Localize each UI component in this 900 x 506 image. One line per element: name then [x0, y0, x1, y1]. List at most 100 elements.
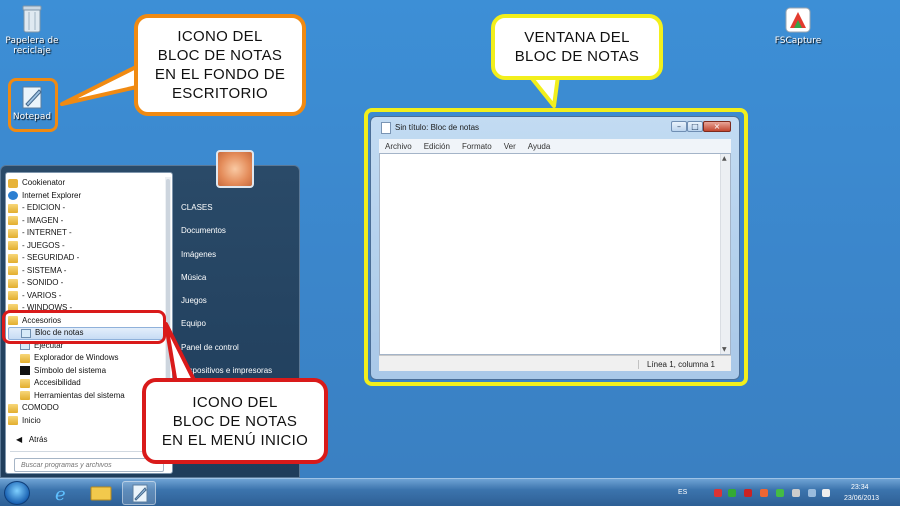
explorer-icon — [20, 353, 30, 363]
notepad-text-area[interactable]: ▲ ▼ — [379, 153, 731, 355]
fscapture-icon — [785, 7, 811, 33]
folder-icon — [8, 416, 18, 426]
folder-icon — [8, 403, 18, 413]
program-label: COMODO — [22, 403, 59, 412]
program-label: Explorador de Windows — [34, 353, 119, 362]
folder-icon — [20, 391, 30, 401]
start-menu-callout: ICONO DEL BLOC DE NOTAS EN EL MENÚ INICI… — [142, 378, 328, 464]
clock-time[interactable]: 23:34 — [851, 484, 869, 491]
desktop-icon-callout: ICONO DEL BLOC DE NOTAS EN EL FONDO DE E… — [134, 14, 306, 116]
program-label: - SEGURIDAD - — [22, 253, 80, 262]
folder-open-icon — [8, 316, 18, 326]
tray-shield-icon[interactable] — [760, 489, 768, 497]
place-imagenes[interactable]: Imágenes — [177, 243, 297, 266]
folder-sonido[interactable]: - SONIDO - — [8, 277, 164, 290]
notepad-titlebar[interactable]: Sin título: Bloc de notas – □ × — [371, 117, 739, 139]
folder-edicion[interactable]: - EDICION - — [8, 202, 164, 215]
folder-icon — [8, 216, 18, 226]
place-musica[interactable]: Música — [177, 266, 297, 289]
menu-formato[interactable]: Formato — [456, 142, 498, 151]
start-button[interactable] — [4, 481, 30, 505]
program-label: Inicio — [22, 415, 41, 425]
search-input[interactable] — [14, 458, 164, 472]
tray-network-icon[interactable] — [776, 489, 784, 497]
maximize-icon[interactable]: □ — [687, 121, 703, 132]
notepad-icon — [132, 484, 148, 503]
folder-icon — [8, 278, 18, 288]
program-label: Cookienator — [22, 178, 66, 187]
program-label: Herramientas del sistema — [34, 390, 125, 400]
folder-seguridad[interactable]: - SEGURIDAD - — [8, 252, 164, 265]
folder-icon — [90, 486, 112, 501]
recycle-bin-label: Papelera de reciclaje — [5, 36, 59, 56]
scroll-up-icon[interactable]: ▲ — [722, 155, 727, 162]
folder-juegos[interactable]: - JUEGOS - — [8, 240, 164, 253]
taskbar-explorer-button[interactable] — [84, 481, 118, 505]
folder-varios[interactable]: - VARIOS - — [8, 290, 164, 303]
fscapture-shortcut[interactable]: FSCapture — [766, 6, 830, 46]
place-clases[interactable]: CLASES — [177, 196, 297, 219]
program-explorador[interactable]: Explorador de Windows — [8, 352, 164, 365]
taskbar-ie-button[interactable]: e — [44, 481, 78, 505]
folder-imagen[interactable]: - IMAGEN - — [8, 215, 164, 228]
tray-arrow-icon[interactable] — [714, 489, 722, 497]
place-documentos[interactable]: Documentos — [177, 219, 297, 242]
folder-herramientas[interactable]: Herramientas del sistema — [8, 390, 164, 403]
taskbar-notepad-button[interactable] — [122, 481, 156, 505]
back-label: Atrás — [28, 435, 48, 444]
folder-inicio[interactable]: Inicio — [8, 415, 164, 428]
vertical-scrollbar[interactable]: ▲ ▼ — [720, 154, 730, 354]
menu-edicion[interactable]: Edición — [418, 142, 456, 151]
notepad-shortcut-label: Notepad — [12, 112, 52, 122]
fscapture-label: FSCapture — [774, 36, 822, 46]
program-cookienator[interactable]: Cookienator — [8, 177, 164, 190]
user-avatar[interactable] — [216, 150, 254, 188]
tray-app-icon[interactable] — [728, 489, 736, 497]
menu-archivo[interactable]: Archivo — [379, 142, 418, 151]
close-icon[interactable]: × — [703, 121, 731, 132]
place-juegos[interactable]: Juegos — [177, 289, 297, 312]
desktop-icon-callout-text: ICONO DEL BLOC DE NOTAS EN EL FONDO DE E… — [154, 28, 286, 102]
notepad-icon — [22, 86, 42, 109]
program-simbolo-sistema[interactable]: Símbolo del sistema — [8, 365, 164, 378]
notepad-window[interactable]: Sin título: Bloc de notas – □ × Archivo … — [370, 116, 740, 380]
tray-volume-icon[interactable] — [822, 489, 830, 497]
folder-sistema[interactable]: - SISTEMA - — [8, 265, 164, 278]
folder-internet[interactable]: - INTERNET - — [8, 227, 164, 240]
program-internet-explorer[interactable]: Internet Explorer — [8, 190, 164, 203]
folder-windows[interactable]: - WINDOWS - — [8, 302, 164, 315]
taskbar: e ES 23:34 23/06/2013 — [0, 478, 900, 506]
folder-accesorios[interactable]: Accesorios — [8, 315, 164, 328]
program-bloc-de-notas[interactable]: Bloc de notas — [8, 327, 164, 340]
notepad-menubar: Archivo Edición Formato Ver Ayuda — [379, 139, 731, 153]
folder-icon — [20, 378, 30, 388]
tray-monitor-icon[interactable] — [808, 489, 816, 497]
folder-icon — [8, 303, 18, 313]
folder-icon — [8, 253, 18, 263]
tray-flag-icon[interactable] — [792, 489, 800, 497]
notepad-app-icon — [381, 122, 391, 134]
program-label: - VARIOS - — [22, 290, 62, 300]
tray-security-icon[interactable] — [744, 489, 752, 497]
menu-ayuda[interactable]: Ayuda — [522, 142, 557, 151]
program-ejecutar[interactable]: Ejecutar — [8, 340, 164, 353]
folder-icon — [8, 266, 18, 276]
folder-accesibilidad[interactable]: Accesibilidad — [8, 377, 164, 390]
folder-comodo[interactable]: COMODO — [8, 402, 164, 415]
program-label: - INTERNET - — [22, 228, 72, 237]
program-label: - JUEGOS - — [22, 240, 65, 250]
folder-icon — [8, 241, 18, 251]
notepad-icon — [21, 328, 31, 338]
program-label: - SONIDO - — [22, 278, 64, 287]
minimize-icon[interactable]: – — [671, 121, 687, 132]
scroll-down-icon[interactable]: ▼ — [722, 346, 727, 353]
clock-date[interactable]: 23/06/2013 — [844, 495, 879, 502]
recycle-bin-shortcut[interactable]: Papelera de reciclaje — [0, 4, 64, 56]
ie-icon: e — [55, 484, 66, 505]
back-button[interactable]: ◀ Atrás — [16, 435, 48, 444]
desktop: Papelera de reciclaje Notepad FSCapture … — [0, 0, 900, 478]
program-label: - IMAGEN - — [22, 215, 64, 225]
language-indicator[interactable]: ES — [678, 489, 687, 496]
menu-ver[interactable]: Ver — [498, 142, 522, 151]
window-callout: VENTANA DEL BLOC DE NOTAS — [491, 14, 663, 80]
